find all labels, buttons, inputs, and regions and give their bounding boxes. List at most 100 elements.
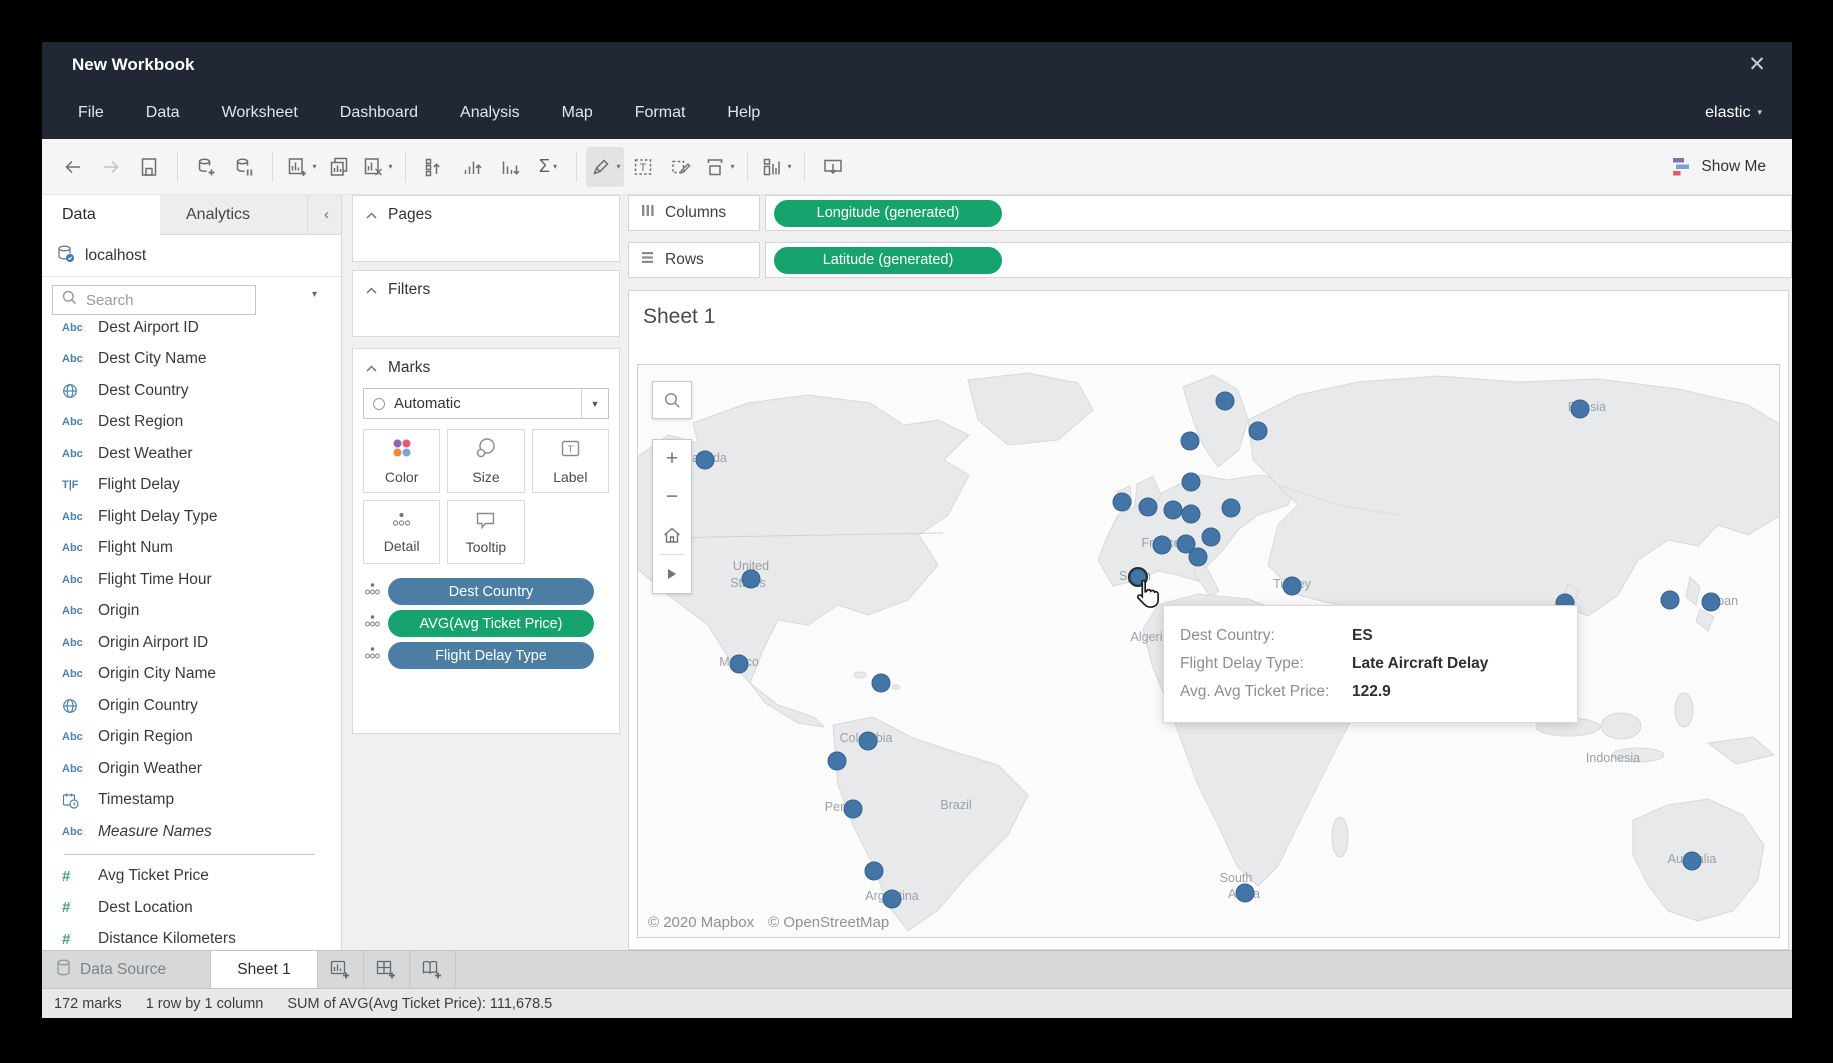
collapse-chevron-icon[interactable] xyxy=(366,206,377,224)
detail-button[interactable]: Detail xyxy=(363,500,440,564)
field-timestamp[interactable]: Timestamp xyxy=(42,785,341,817)
collapse-pane-icon[interactable]: ‹ xyxy=(324,206,329,223)
pill-flight-delay-type[interactable]: Flight Delay Type xyxy=(388,642,594,669)
map-mark[interactable] xyxy=(828,752,847,771)
new-data-source-button[interactable] xyxy=(187,147,225,187)
columns-shelf[interactable]: Longitude (generated) xyxy=(765,195,1792,231)
zoom-home-button[interactable] xyxy=(653,516,691,554)
swap-rows-columns-button[interactable] xyxy=(415,147,453,187)
map-mark[interactable] xyxy=(1236,884,1255,903)
map-mark[interactable] xyxy=(865,862,884,881)
field-origin-country[interactable]: Origin Country xyxy=(42,690,341,722)
menu-data[interactable]: Data xyxy=(146,104,180,122)
map-mark[interactable] xyxy=(859,732,878,751)
map-mark[interactable] xyxy=(1153,536,1172,555)
rows-shelf[interactable]: Latitude (generated) xyxy=(765,242,1792,278)
sort-ascending-button[interactable] xyxy=(453,147,491,187)
color-button[interactable]: Color xyxy=(363,429,440,493)
account-menu[interactable]: elastic▾ xyxy=(1705,104,1762,122)
map-mark[interactable] xyxy=(1283,577,1302,596)
map-mark[interactable] xyxy=(844,800,863,819)
map-mark[interactable] xyxy=(1139,498,1158,517)
fix-axes-button[interactable] xyxy=(662,147,700,187)
totals-button[interactable]: Σ▾ xyxy=(529,147,567,187)
new-worksheet-button[interactable]: ▾ xyxy=(282,147,320,187)
map-mark[interactable] xyxy=(1661,591,1680,610)
duplicate-sheet-button[interactable] xyxy=(320,147,358,187)
map-mark[interactable] xyxy=(696,451,715,470)
field-flight-delay-type[interactable]: AbcFlight Delay Type xyxy=(42,501,341,533)
map-mark[interactable] xyxy=(1702,593,1721,612)
field-measure-names[interactable]: AbcMeasure Names xyxy=(42,816,341,848)
field-origin-region[interactable]: AbcOrigin Region xyxy=(42,722,341,754)
field-origin[interactable]: AbcOrigin xyxy=(42,596,341,628)
menu-analysis[interactable]: Analysis xyxy=(460,104,520,122)
field-flight-delay[interactable]: T|FFlight Delay xyxy=(42,470,341,502)
rows-pill[interactable]: Latitude (generated) xyxy=(774,247,1002,274)
map-mark[interactable] xyxy=(1189,548,1208,567)
menu-map[interactable]: Map xyxy=(562,104,593,122)
map-mark[interactable] xyxy=(1182,505,1201,524)
zoom-in-button[interactable]: + xyxy=(653,440,691,478)
field-dest-airport-id[interactable]: AbcDest Airport ID xyxy=(42,321,341,344)
fit-button[interactable]: ▾ xyxy=(700,147,738,187)
dropdown-caret-icon[interactable]: ▼ xyxy=(581,389,608,418)
show-mark-labels-button[interactable]: T xyxy=(624,147,662,187)
map-mark[interactable] xyxy=(1181,432,1200,451)
clear-sheet-button[interactable]: ▾ xyxy=(358,147,396,187)
label-button[interactable]: T Label xyxy=(532,429,609,493)
undo-button[interactable] xyxy=(54,147,92,187)
map-mark[interactable] xyxy=(1216,392,1235,411)
connection-row[interactable]: localhost xyxy=(42,235,341,277)
mapbox-attribution[interactable]: © 2020 Mapbox xyxy=(648,914,754,931)
sheet1-tab[interactable]: Sheet 1 xyxy=(210,951,318,988)
field-dest-city-name[interactable]: AbcDest City Name xyxy=(42,344,341,376)
collapse-chevron-icon[interactable] xyxy=(366,359,377,377)
mark-type-dropdown[interactable]: Automatic ▼ xyxy=(363,388,609,419)
redo-button[interactable] xyxy=(92,147,130,187)
save-button[interactable] xyxy=(130,147,168,187)
collapse-chevron-icon[interactable] xyxy=(366,281,377,299)
new-story-button[interactable] xyxy=(410,951,456,988)
field-menu-caret-icon[interactable]: ▾ xyxy=(312,289,317,300)
map-mark[interactable] xyxy=(1683,852,1702,871)
menu-help[interactable]: Help xyxy=(727,104,760,122)
map-mark[interactable] xyxy=(742,570,761,589)
show-hide-cards-button[interactable]: ▾ xyxy=(757,147,795,187)
map-search-button[interactable] xyxy=(652,381,692,419)
new-worksheet-button[interactable] xyxy=(318,951,364,988)
field-flight-num[interactable]: AbcFlight Num xyxy=(42,533,341,565)
field-avg-ticket-price[interactable]: #Avg Ticket Price xyxy=(42,861,341,893)
tooltip-button[interactable]: Tooltip xyxy=(447,500,524,564)
map-mark[interactable] xyxy=(1249,422,1268,441)
map-mark[interactable] xyxy=(1571,400,1590,419)
search-input[interactable]: Search xyxy=(52,285,256,315)
show-me-button[interactable]: Show Me xyxy=(1670,157,1766,177)
columns-pill[interactable]: Longitude (generated) xyxy=(774,200,1002,227)
field-origin-weather[interactable]: AbcOrigin Weather xyxy=(42,753,341,785)
map-mark[interactable] xyxy=(730,655,749,674)
osm-attribution[interactable]: © OpenStreetMap xyxy=(768,914,889,931)
map-mark[interactable] xyxy=(1222,499,1241,518)
data-source-tab[interactable]: Data Source xyxy=(42,951,210,988)
pause-auto-updates-button[interactable] xyxy=(225,147,263,187)
menu-format[interactable]: Format xyxy=(635,104,686,122)
field-dest-country[interactable]: Dest Country xyxy=(42,375,341,407)
pan-controls-toggle[interactable] xyxy=(653,555,691,593)
map-mark[interactable] xyxy=(1164,501,1183,520)
field-origin-city-name[interactable]: AbcOrigin City Name xyxy=(42,659,341,691)
presentation-mode-button[interactable] xyxy=(814,147,852,187)
new-dashboard-button[interactable] xyxy=(364,951,410,988)
map-mark[interactable] xyxy=(1113,493,1132,512)
field-dest-region[interactable]: AbcDest Region xyxy=(42,407,341,439)
close-icon[interactable]: ✕ xyxy=(1744,52,1770,78)
field-distance-kilometers[interactable]: #Distance Kilometers xyxy=(42,924,341,951)
map-mark[interactable] xyxy=(1182,473,1201,492)
size-button[interactable]: Size xyxy=(447,429,524,493)
sort-descending-button[interactable] xyxy=(491,147,529,187)
tab-analytics[interactable]: Analytics xyxy=(160,195,308,234)
field-flight-time-hour[interactable]: AbcFlight Time Hour xyxy=(42,564,341,596)
pill-dest-country[interactable]: Dest Country xyxy=(388,578,594,605)
menu-file[interactable]: File xyxy=(78,104,104,122)
tab-data[interactable]: Data xyxy=(42,195,160,235)
